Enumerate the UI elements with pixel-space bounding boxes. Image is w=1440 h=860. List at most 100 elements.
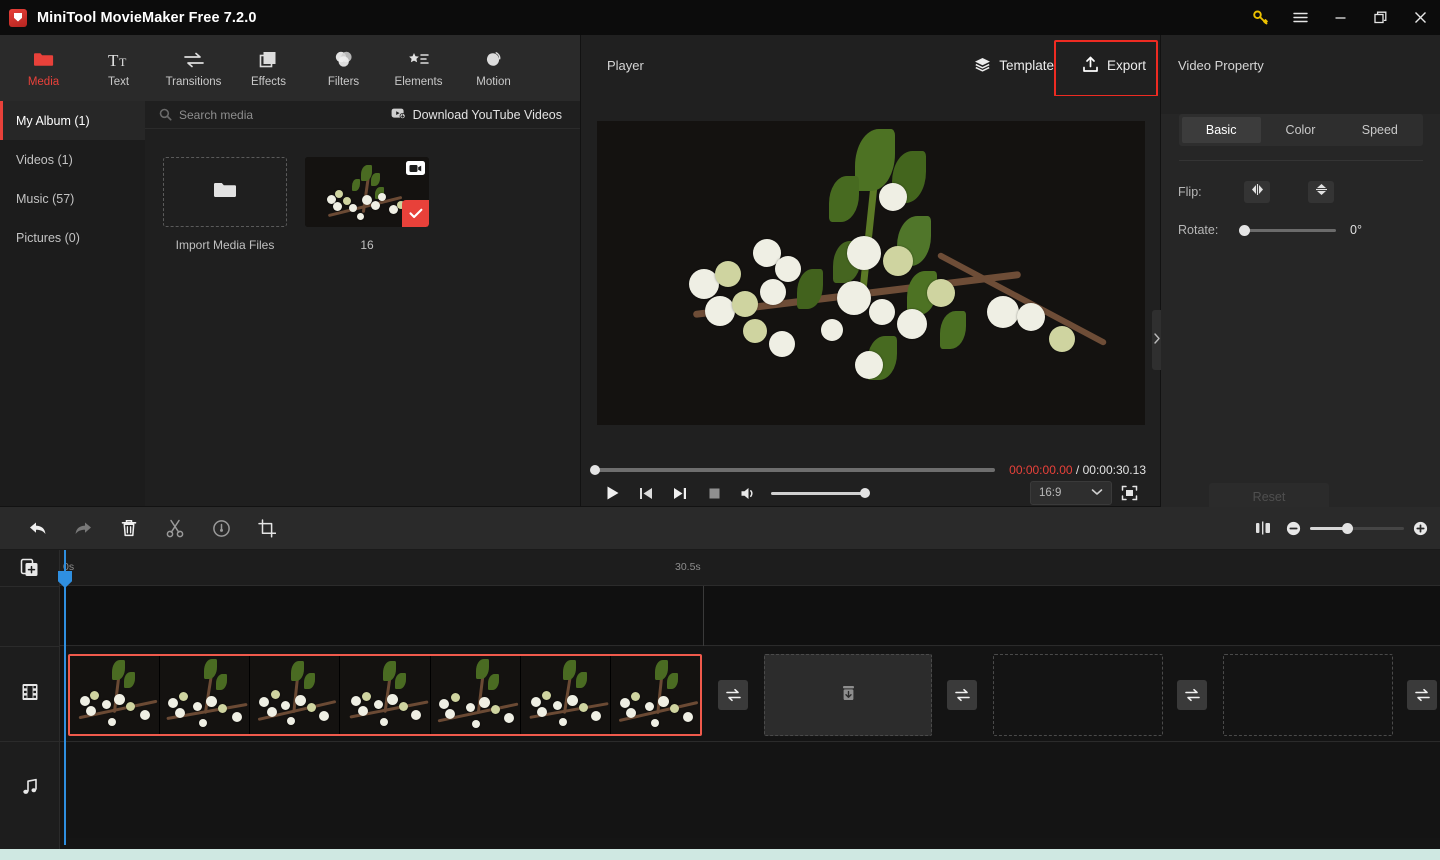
export-button[interactable]: Export — [1068, 46, 1160, 86]
album-sidebar: My Album (1) Videos (1) Music (57) Pictu… — [0, 101, 145, 506]
minimize-icon[interactable] — [1320, 0, 1360, 35]
speed-button[interactable] — [198, 507, 244, 550]
redo-button[interactable] — [60, 507, 106, 550]
flip-horizontal-button[interactable] — [1244, 181, 1270, 203]
transition-button[interactable] — [718, 680, 748, 710]
rotate-handle[interactable] — [1239, 224, 1250, 236]
aspect-ratio-select[interactable]: 16:9 — [1030, 481, 1112, 505]
nav-label: Text — [107, 75, 130, 88]
video-preview[interactable] — [596, 121, 1145, 425]
transition-button[interactable] — [1407, 680, 1437, 710]
clip-frame — [340, 656, 431, 734]
video-track[interactable] — [60, 647, 1440, 742]
video-camera-icon — [406, 161, 425, 175]
elements-icon — [408, 49, 430, 71]
stop-button[interactable] — [697, 480, 731, 506]
zoom-out-button[interactable] — [1286, 521, 1301, 536]
zoom-slider[interactable] — [1310, 522, 1404, 534]
youtube-label: Download YouTube Videos — [412, 107, 562, 122]
album-label: Pictures (0) — [16, 230, 80, 245]
sidebar-item-videos[interactable]: Videos (1) — [0, 140, 145, 179]
add-media-button[interactable] — [0, 550, 59, 586]
nav-item-filters[interactable]: Filters — [306, 39, 381, 97]
overlay-track[interactable] — [60, 586, 1440, 646]
property-body: Basic Color Speed Flip: Rotate: 0° Reset — [1152, 114, 1440, 524]
video-clip[interactable] — [68, 654, 702, 736]
import-media-button[interactable] — [163, 157, 287, 227]
play-button[interactable] — [595, 480, 629, 506]
timeline-ruler[interactable]: 0s 30.5s — [60, 550, 1440, 586]
timeline: 0s 30.5s — [0, 550, 1440, 860]
volume-slider[interactable] — [771, 488, 870, 498]
album-label: Music (57) — [16, 191, 75, 206]
volume-handle[interactable] — [860, 488, 870, 498]
sidebar-item-music[interactable]: Music (57) — [0, 179, 145, 218]
media-slot[interactable] — [993, 654, 1163, 736]
nav-item-elements[interactable]: Elements — [381, 39, 456, 97]
search-input[interactable] — [179, 107, 391, 122]
crop-button[interactable] — [244, 507, 290, 550]
template-button[interactable]: Template — [960, 46, 1068, 86]
seek-slider[interactable] — [590, 465, 996, 475]
transition-button[interactable] — [1177, 680, 1207, 710]
tab-color[interactable]: Color — [1261, 117, 1340, 143]
clip-frame — [70, 656, 161, 734]
nav-label: Media — [27, 75, 60, 88]
download-youtube-button[interactable]: Download YouTube Videos — [391, 107, 562, 122]
restore-icon[interactable] — [1360, 0, 1400, 35]
split-button[interactable] — [152, 507, 198, 550]
media-thumbnail[interactable] — [305, 157, 429, 227]
media-slot[interactable] — [764, 654, 932, 736]
seek-handle[interactable] — [590, 465, 600, 475]
media-item: 16 — [305, 157, 429, 252]
sidebar-item-pictures[interactable]: Pictures (0) — [0, 218, 145, 257]
panel-collapse-button[interactable] — [1152, 310, 1161, 370]
template-label: Template — [999, 58, 1054, 73]
check-icon[interactable] — [402, 200, 429, 227]
rotate-row: Rotate: 0° — [1161, 223, 1440, 237]
flip-vertical-button[interactable] — [1308, 181, 1334, 203]
timeline-zoom-controls — [1240, 507, 1440, 550]
rotate-slider[interactable] — [1239, 224, 1336, 236]
chevron-down-icon — [1091, 487, 1103, 499]
nav-item-media[interactable]: Media — [6, 39, 81, 97]
transition-button[interactable] — [947, 680, 977, 710]
volume-button[interactable] — [731, 480, 765, 506]
timeline-lanes — [60, 586, 1440, 860]
playhead[interactable] — [58, 550, 72, 845]
fullscreen-button[interactable] — [1112, 480, 1146, 506]
title-bar: MiniTool MovieMaker Free 7.2.0 — [0, 0, 1440, 35]
flip-label: Flip: — [1178, 185, 1202, 199]
current-time: 00:00:00.00 — [1009, 463, 1073, 477]
nav-item-text[interactable]: TT Text — [81, 39, 156, 97]
main-nav: Media TT Text Transitions Effects Filter… — [0, 35, 580, 101]
zoom-handle[interactable] — [1342, 522, 1353, 534]
nav-item-effects[interactable]: Effects — [231, 39, 306, 97]
delete-button[interactable] — [106, 507, 152, 550]
reset-label: Reset — [1252, 490, 1286, 504]
undo-button[interactable] — [14, 507, 60, 550]
menu-icon[interactable] — [1280, 0, 1320, 35]
track-header-video[interactable] — [0, 646, 59, 741]
fit-timeline-button[interactable] — [1240, 507, 1286, 550]
nav-label: Motion — [476, 75, 511, 88]
media-toolbar: Download YouTube Videos — [145, 101, 580, 129]
next-frame-button[interactable] — [663, 480, 697, 506]
nav-item-motion[interactable]: Motion — [456, 39, 531, 97]
text-icon: TT — [108, 49, 130, 71]
close-icon[interactable] — [1400, 0, 1440, 35]
audio-track[interactable] — [60, 743, 1440, 838]
previous-frame-button[interactable] — [629, 480, 663, 506]
tab-speed[interactable]: Speed — [1340, 117, 1419, 143]
nav-item-transitions[interactable]: Transitions — [156, 39, 231, 97]
zoom-in-button[interactable] — [1413, 521, 1428, 536]
track-header-audio[interactable] — [0, 741, 59, 836]
tab-basic[interactable]: Basic — [1181, 117, 1261, 143]
export-label: Export — [1106, 58, 1146, 73]
key-icon[interactable] — [1240, 0, 1280, 35]
media-slot[interactable] — [1223, 654, 1393, 736]
layers-icon — [974, 57, 991, 75]
sidebar-item-my-album[interactable]: My Album (1) — [0, 101, 145, 140]
album-label: My Album (1) — [16, 113, 90, 128]
tab-label: Color — [1285, 123, 1316, 137]
